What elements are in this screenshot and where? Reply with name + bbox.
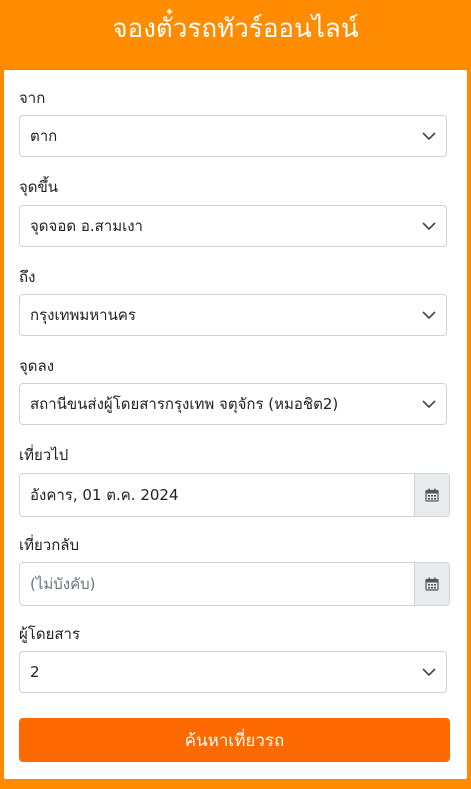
- pickup-label: จุดขึ้น: [19, 178, 59, 196]
- to-select-value: กรุงเทพมหานคร: [30, 306, 136, 324]
- pickup-select[interactable]: จุดจอด อ.สามเงา: [19, 205, 447, 247]
- passengers-select-value: 2: [30, 663, 40, 681]
- from-select[interactable]: ตาก: [19, 115, 447, 157]
- passengers-label: ผู้โดยสาร: [19, 625, 81, 643]
- chevron-down-icon: [412, 295, 446, 335]
- from-select-value: ตาก: [30, 127, 58, 145]
- return-label: เที่ยวกลับ: [19, 536, 80, 554]
- chevron-down-icon: [412, 116, 446, 156]
- calendar-icon[interactable]: [414, 563, 449, 605]
- depart-label: เที่ยวไป: [19, 446, 69, 464]
- page-header: จองตั๋วรถทัวร์ออนไลน์: [0, 0, 471, 56]
- page-title: จองตั๋วรถทัวร์ออนไลน์: [112, 13, 359, 44]
- to-label: ถึง: [19, 268, 36, 286]
- depart-date-field[interactable]: อังคาร, 01 ต.ค. 2024: [19, 473, 450, 517]
- calendar-icon[interactable]: [414, 474, 449, 516]
- dropoff-label: จุดลง: [19, 357, 55, 375]
- dropoff-select-value: สถานีขนส่งผู้โดยสารกรุงเทพ จตุจักร (หมอช…: [30, 395, 339, 413]
- to-select[interactable]: กรุงเทพมหานคร: [19, 294, 447, 336]
- passengers-select[interactable]: 2: [19, 651, 447, 693]
- booking-form: จาก ตาก จุดขึ้น จุดจอด อ.สามเงา ถึง กรุง…: [4, 70, 467, 779]
- depart-date-value[interactable]: อังคาร, 01 ต.ค. 2024: [20, 474, 414, 516]
- pickup-select-value: จุดจอด อ.สามเงา: [30, 217, 143, 235]
- return-date-placeholder[interactable]: (ไม่บังคับ): [20, 563, 414, 605]
- from-label: จาก: [19, 89, 46, 107]
- search-trips-button[interactable]: ค้นหาเที่ยวรถ: [19, 718, 450, 762]
- chevron-down-icon: [412, 652, 446, 692]
- return-date-field[interactable]: (ไม่บังคับ): [19, 562, 450, 606]
- chevron-down-icon: [412, 384, 446, 424]
- chevron-down-icon: [412, 206, 446, 246]
- dropoff-select[interactable]: สถานีขนส่งผู้โดยสารกรุงเทพ จตุจักร (หมอช…: [19, 383, 447, 425]
